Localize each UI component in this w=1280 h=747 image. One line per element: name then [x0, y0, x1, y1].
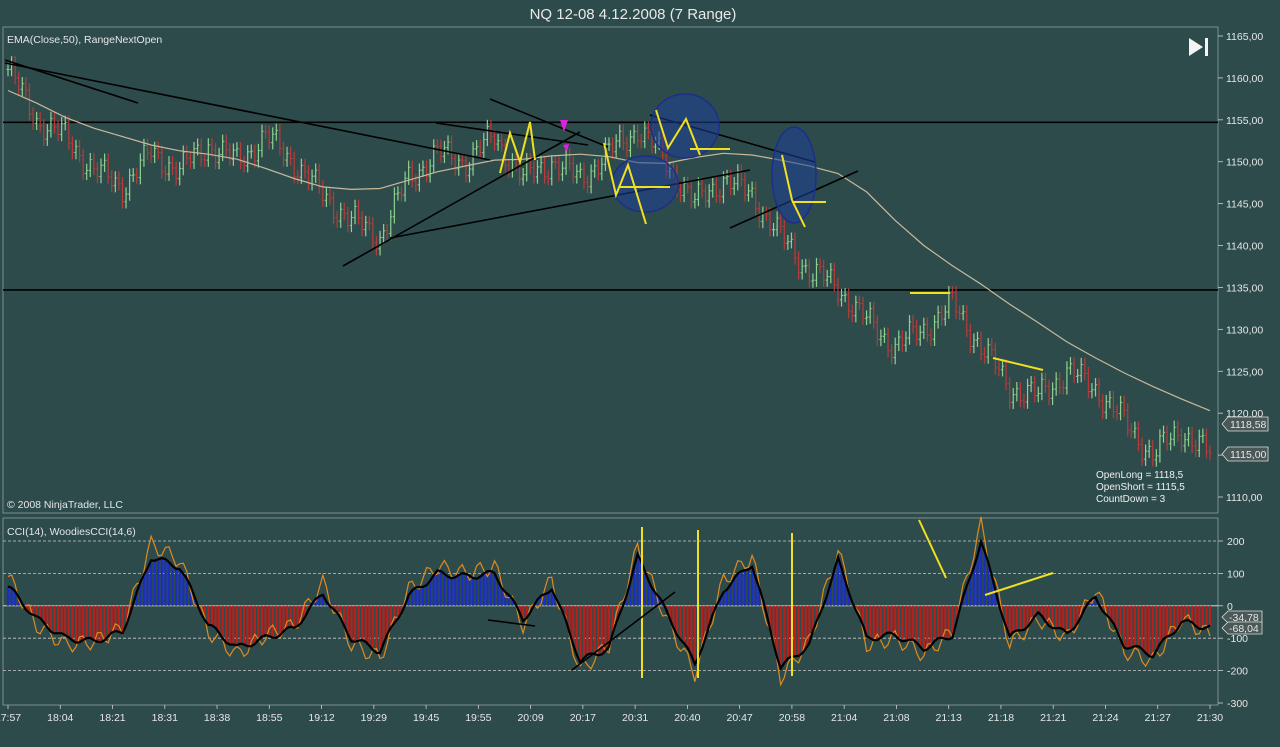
- price-panel: [2, 26, 1219, 514]
- time-tick-label: 20:40: [674, 712, 700, 724]
- time-tick-label: 21:30: [1197, 712, 1223, 724]
- last-price-badge: 1115,00: [1221, 446, 1269, 462]
- info-line-open-short: OpenShort = 1115,5: [1096, 482, 1185, 493]
- svg-text:1115,00: 1115,00: [1230, 449, 1267, 461]
- time-axis: 17:57 18:04 18:21 18:31 18:38 18:55 19:12 19:29…: [0, 705, 1223, 724]
- time-tick-label: 20:58: [779, 712, 805, 724]
- time-tick-label: 19:45: [413, 712, 439, 724]
- svg-text:1118,58: 1118,58: [1230, 419, 1267, 431]
- info-line-countdown: CountDown = 3: [1096, 494, 1166, 505]
- cci-y-tick-label: -100: [1227, 633, 1248, 645]
- time-tick-label: 18:04: [47, 712, 73, 724]
- time-tick-label: 18:38: [204, 712, 230, 724]
- time-tick-label: 21:13: [936, 712, 962, 724]
- info-line-open-long: OpenLong = 1118,5: [1096, 470, 1184, 481]
- svg-text:-68,04: -68,04: [1229, 623, 1259, 635]
- price-y-tick-label: 1140,00: [1226, 241, 1263, 253]
- time-tick-label: 20:47: [727, 712, 753, 724]
- time-tick-label: 19:29: [361, 712, 387, 724]
- price-y-tick-label: 1145,00: [1226, 199, 1263, 211]
- time-tick-label: 20:31: [622, 712, 648, 724]
- copyright-text: © 2008 NinjaTrader, LLC: [7, 499, 123, 511]
- time-tick-label: 17:57: [0, 712, 21, 724]
- price-y-tick-label: 1110,00: [1226, 492, 1263, 504]
- cci-y-tick-label: -300: [1227, 698, 1248, 710]
- time-tick-label: 21:27: [1145, 712, 1171, 724]
- price-y-tick-label: 1155,00: [1226, 115, 1263, 127]
- cci-indicator-label: CCI(14), WoodiesCCI(14,6): [7, 526, 136, 538]
- time-tick-label: 21:21: [1040, 712, 1066, 724]
- price-y-tick-label: 1135,00: [1226, 282, 1263, 294]
- cci-y-tick-label: 200: [1227, 536, 1245, 548]
- time-tick-label: 18:55: [256, 712, 282, 724]
- price-y-tick-label: 1150,00: [1226, 157, 1263, 169]
- price-y-tick-label: 1165,00: [1226, 31, 1263, 43]
- price-indicator-label: EMA(Close,50), RangeNextOpen: [7, 34, 162, 46]
- cci-y-tick-label: -200: [1227, 666, 1248, 678]
- time-tick-label: 19:55: [465, 712, 491, 724]
- time-tick-label: 19:12: [308, 712, 334, 724]
- price-y-axis: 1110,001115,001120,001125,001130,001135,…: [1218, 31, 1263, 504]
- time-tick-label: 21:04: [831, 712, 857, 724]
- time-tick-label: 21:08: [883, 712, 909, 724]
- time-tick-label: 18:31: [152, 712, 178, 724]
- time-tick-label: 21:18: [988, 712, 1014, 724]
- ema-value-badge: 1118,58: [1221, 416, 1269, 432]
- highlight-ellipse: [611, 155, 679, 213]
- woodies-value-badge: -68,04: [1221, 621, 1263, 635]
- chart-canvas: NQ 12-08 4.12.2008 (7 Range) 1110,00 1115…: [0, 0, 1280, 724]
- price-y-tick-label: 1160,00: [1226, 73, 1263, 85]
- highlight-ellipse: [771, 126, 817, 224]
- time-tick-label: 21:24: [1092, 712, 1118, 724]
- time-tick-label: 20:17: [570, 712, 596, 724]
- time-tick-label: 20:09: [517, 712, 543, 724]
- price-y-tick-label: 1125,00: [1226, 366, 1263, 378]
- time-tick-label: 18:21: [99, 712, 125, 724]
- cci-y-tick-label: 100: [1227, 568, 1245, 580]
- price-y-tick-label: 1130,00: [1226, 324, 1263, 336]
- chart-title: NQ 12-08 4.12.2008 (7 Range): [530, 6, 737, 23]
